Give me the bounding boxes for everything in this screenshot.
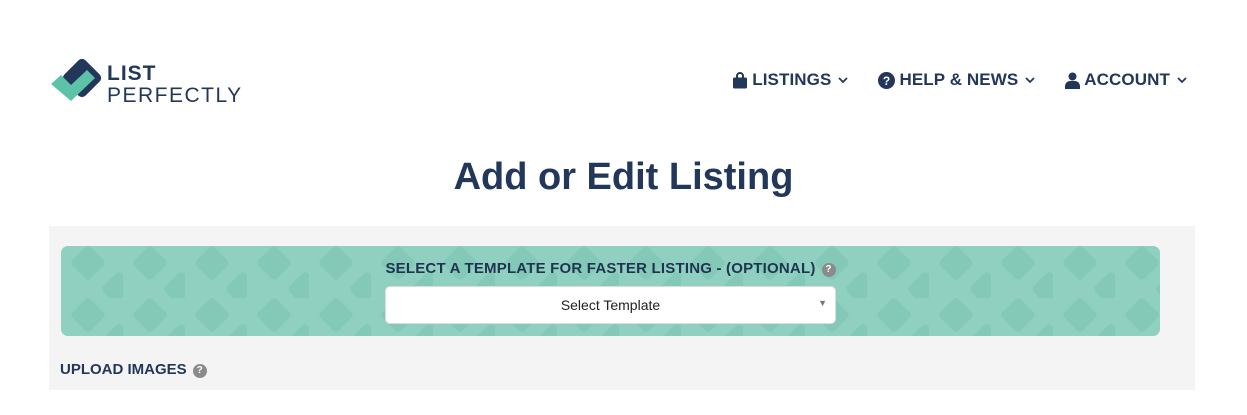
nav-listings[interactable]: LISTINGS	[732, 70, 849, 90]
chevron-down-icon	[1025, 76, 1035, 83]
logo[interactable]: LIST PERFECTLY	[47, 57, 243, 111]
svg-text:?: ?	[883, 74, 890, 88]
help-icon[interactable]: ?	[192, 364, 207, 378]
nav-account[interactable]: ACCOUNT	[1065, 70, 1187, 90]
page-title: Add or Edit Listing	[453, 156, 794, 198]
top-nav: LISTINGS ? HELP & NEWS ACCOUNT	[732, 70, 1187, 90]
listing-form-panel: SELECT A TEMPLATE FOR FASTER LISTING - (…	[49, 226, 1195, 390]
logo-text-perfectly: PERFECTLY	[107, 83, 243, 107]
chevron-down-icon	[838, 76, 849, 83]
help-icon[interactable]: ?	[821, 263, 836, 277]
template-select[interactable]: Select Template ▼	[385, 286, 836, 324]
shopping-bag-icon	[733, 71, 748, 88]
logo-mark-icon	[47, 57, 105, 111]
nav-help-news-label: HELP & NEWS	[899, 70, 1019, 89]
nav-listings-label: LISTINGS	[752, 70, 832, 89]
upload-images-text: UPLOAD IMAGES	[60, 361, 187, 378]
upload-images-label: UPLOAD IMAGES?	[60, 361, 207, 378]
question-circle-icon: ?	[878, 71, 896, 89]
template-label-text: SELECT A TEMPLATE FOR FASTER LISTING - (…	[385, 260, 816, 277]
nav-help-news[interactable]: ? HELP & NEWS	[878, 70, 1035, 90]
user-icon	[1065, 72, 1081, 89]
template-select-value: Select Template	[560, 297, 661, 313]
logo-text-list: LIST	[107, 61, 157, 85]
template-label: SELECT A TEMPLATE FOR FASTER LISTING - (…	[61, 260, 1160, 277]
nav-account-label: ACCOUNT	[1084, 70, 1170, 89]
caret-down-icon: ▼	[818, 298, 827, 308]
template-selector-box: SELECT A TEMPLATE FOR FASTER LISTING - (…	[61, 246, 1160, 336]
chevron-down-icon	[1177, 76, 1187, 83]
